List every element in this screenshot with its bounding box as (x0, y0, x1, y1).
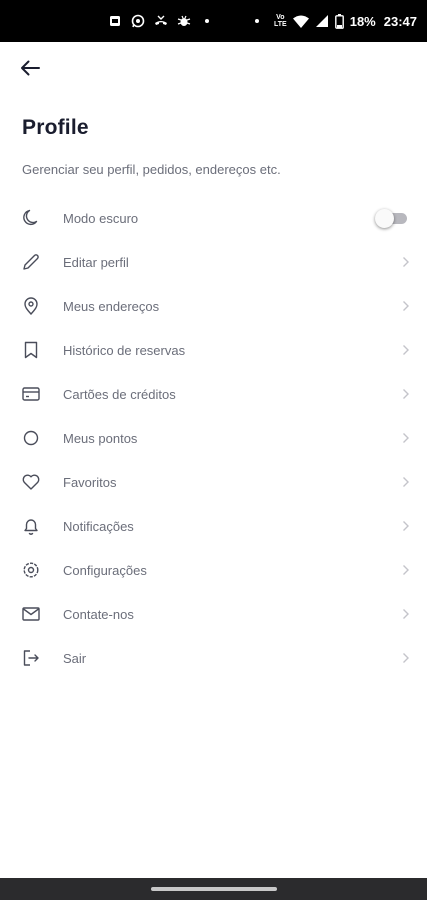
menu-item-credit-cards[interactable]: Cartões de créditos (0, 372, 427, 416)
system-status: Vo LTE 18% 23:47 (254, 13, 417, 29)
menu-item-label: Favoritos (63, 474, 117, 490)
menu-item-label: Sair (63, 650, 87, 666)
credit-card-icon (20, 383, 42, 405)
status-bar: Vo LTE 18% 23:47 (0, 0, 427, 42)
wifi-icon (292, 15, 309, 28)
chevron-right-icon (401, 475, 411, 489)
menu-item-notifications[interactable]: Notificações (0, 504, 427, 548)
battery-percent: 18% (349, 13, 376, 29)
toggle-knob (375, 209, 394, 228)
chevron-right-icon (401, 607, 411, 621)
menu-item-label: Configurações (63, 562, 147, 578)
pencil-icon (20, 251, 42, 273)
circle-icon (20, 427, 42, 449)
menu-item-favorites[interactable]: Favoritos (0, 460, 427, 504)
page-subtitle: Gerenciar seu perfil, pedidos, endereços… (22, 162, 281, 177)
chevron-right-icon (401, 255, 411, 269)
profile-menu: Modo escuro Editar perfil Meus endereços (0, 196, 427, 680)
location-pin-icon (20, 295, 42, 317)
bug-icon (177, 14, 191, 28)
chevron-right-icon (401, 299, 411, 313)
menu-item-label: Contate-nos (63, 606, 134, 622)
profile-screen: Profile Gerenciar seu perfil, pedidos, e… (0, 42, 427, 878)
notification-icons (108, 14, 214, 28)
page-title: Profile (22, 116, 89, 139)
settings-icon (20, 559, 42, 581)
signal-icon (315, 14, 329, 28)
chevron-right-icon (401, 431, 411, 445)
missed-call-icon (154, 14, 168, 28)
menu-item-points[interactable]: Meus pontos (0, 416, 427, 460)
whatsapp-icon (131, 14, 145, 28)
menu-item-logout[interactable]: Sair (0, 636, 427, 680)
chevron-right-icon (401, 563, 411, 577)
heart-icon (20, 471, 42, 493)
menu-item-addresses[interactable]: Meus endereços (0, 284, 427, 328)
chevron-right-icon (401, 387, 411, 401)
back-button[interactable] (14, 56, 46, 84)
menu-item-label: Editar perfil (63, 254, 129, 270)
menu-item-edit-profile[interactable]: Editar perfil (0, 240, 427, 284)
mail-icon (20, 603, 42, 625)
sim-card-icon (108, 14, 122, 28)
dark-mode-toggle[interactable] (375, 209, 409, 228)
chevron-right-icon (401, 651, 411, 665)
menu-item-label: Histórico de reservas (63, 342, 186, 358)
home-gesture-handle[interactable] (151, 887, 277, 891)
system-navigation-bar (0, 878, 427, 900)
menu-item-booking-history[interactable]: Histórico de reservas (0, 328, 427, 372)
dark-mode-row[interactable]: Modo escuro (0, 196, 427, 240)
bookmark-icon (20, 339, 42, 361)
battery-icon (334, 13, 344, 29)
moon-icon (20, 207, 42, 229)
dot-icon (254, 18, 260, 24)
bell-icon (20, 515, 42, 537)
menu-item-label: Cartões de créditos (63, 386, 176, 402)
menu-item-settings[interactable]: Configurações (0, 548, 427, 592)
chevron-right-icon (401, 519, 411, 533)
volte-icon: Vo LTE (274, 14, 287, 28)
arrow-left-icon (20, 60, 40, 81)
dot-icon (200, 14, 214, 28)
menu-item-label: Meus pontos (63, 430, 138, 446)
logout-icon (20, 647, 42, 669)
clock: 23:47 (383, 13, 417, 29)
chevron-right-icon (401, 343, 411, 357)
menu-item-label: Notificações (63, 518, 134, 534)
dark-mode-label: Modo escuro (63, 210, 139, 226)
menu-item-contact-us[interactable]: Contate-nos (0, 592, 427, 636)
menu-item-label: Meus endereços (63, 298, 160, 314)
